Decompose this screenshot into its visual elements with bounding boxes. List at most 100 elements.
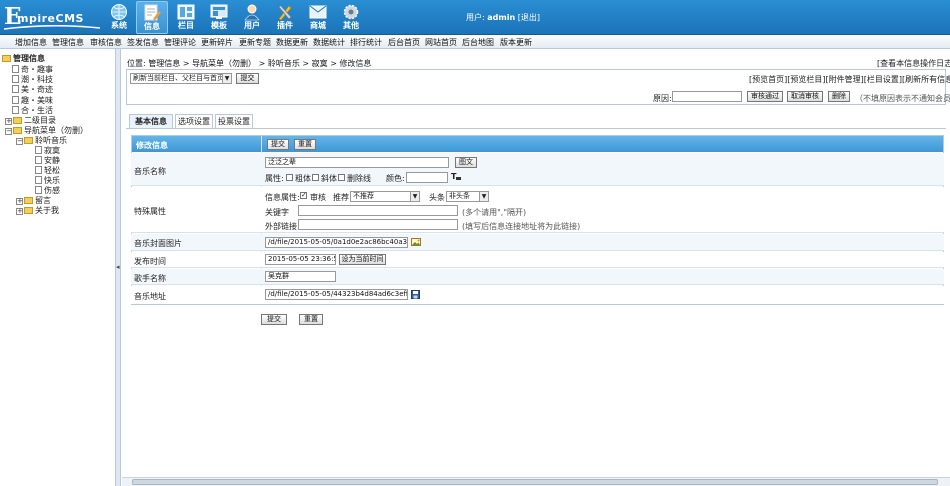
- refresh-submit-button[interactable]: 提交: [236, 73, 259, 84]
- music-name-input[interactable]: 泛泛之辈: [265, 157, 449, 168]
- color-input[interactable]: [406, 172, 448, 183]
- menu-manage-info[interactable]: 管理信息: [52, 37, 84, 48]
- refresh-js-link[interactable]: [刷新所有信息JS]: [902, 75, 950, 84]
- menu-admin-home[interactable]: 后台首页: [388, 37, 420, 48]
- italic-checkbox[interactable]: [312, 174, 319, 181]
- scrollbar-thumb[interactable]: [132, 479, 938, 485]
- tree-item[interactable]: 快乐: [35, 176, 60, 186]
- collapse-icon[interactable]: −: [16, 138, 23, 145]
- menu-data-update[interactable]: 数据更新: [276, 37, 308, 48]
- tree-item[interactable]: 美・奇迹: [12, 85, 53, 95]
- external-link-input[interactable]: [298, 219, 458, 230]
- nav-label: 系统: [111, 21, 127, 30]
- nav-shop[interactable]: 商城: [302, 1, 334, 34]
- bottom-submit-button[interactable]: 提交: [261, 314, 287, 325]
- reason-input[interactable]: [672, 91, 742, 102]
- image-text-button[interactable]: 图文: [455, 157, 477, 168]
- menu-review-info[interactable]: 审核信息: [90, 37, 122, 48]
- nav-info[interactable]: 信息: [136, 1, 168, 34]
- headline-select[interactable]: 非头条 ▼: [446, 191, 489, 202]
- menu-update-topics[interactable]: 更新专题: [239, 37, 271, 48]
- breadcrumb-link[interactable]: 导航菜单（勿删）: [192, 59, 256, 68]
- bold-checkbox[interactable]: [286, 174, 293, 181]
- expand-icon[interactable]: +: [16, 198, 23, 205]
- tree-item[interactable]: 伤感: [35, 186, 60, 196]
- nav-other[interactable]: 其他: [335, 1, 367, 34]
- nav-template[interactable]: 模板: [203, 1, 235, 34]
- menu-sign-info[interactable]: 签发信息: [127, 37, 159, 48]
- tree-item[interactable]: 潮・科技: [12, 75, 53, 85]
- approve-button[interactable]: 审核通过: [747, 91, 783, 102]
- breadcrumb-link[interactable]: 聆听音乐: [268, 59, 300, 68]
- menu-data-stats[interactable]: 数据统计: [313, 37, 345, 48]
- tree-folder[interactable]: − 导航菜单（勿删）: [5, 126, 88, 136]
- chevron-down-icon: ▼: [410, 192, 419, 201]
- image-select-icon[interactable]: [411, 237, 422, 247]
- preview-column-link[interactable]: [预览栏目]: [787, 75, 825, 84]
- column-settings-link[interactable]: [栏目设置]: [864, 75, 902, 84]
- cancel-review-button[interactable]: 取消审核: [787, 91, 823, 102]
- tree-folder[interactable]: + 二级目录: [5, 116, 56, 126]
- bottom-reset-button[interactable]: 重置: [299, 314, 323, 325]
- expand-icon[interactable]: +: [16, 208, 23, 215]
- menu-update-fragments[interactable]: 更新碎片: [201, 37, 233, 48]
- tab-vote[interactable]: 投票设置: [215, 114, 253, 128]
- reviewed-checkbox[interactable]: ✓: [300, 192, 307, 199]
- preview-home-link[interactable]: [预览首页]: [749, 75, 787, 84]
- tree-item[interactable]: 轻松: [35, 166, 60, 176]
- horizontal-scrollbar[interactable]: [122, 477, 950, 486]
- keywords-label: 关键字: [265, 208, 289, 217]
- view-log-link[interactable]: [查看本信息操作日志]: [877, 58, 950, 69]
- attachment-link[interactable]: [附件管理]: [826, 75, 864, 84]
- collapse-icon[interactable]: −: [5, 128, 12, 135]
- collapse-arrow-icon[interactable]: ◂: [116, 263, 120, 271]
- tree-item[interactable]: 奇・趣事: [12, 65, 53, 75]
- menu-admin-map[interactable]: 后台地图: [462, 37, 494, 48]
- user-name: admin: [487, 13, 516, 22]
- tab-basic-info[interactable]: 基本信息: [129, 114, 173, 128]
- nav-column[interactable]: 栏目: [170, 1, 202, 34]
- tab-options[interactable]: 选项设置: [175, 114, 213, 128]
- keywords-input[interactable]: [298, 205, 458, 216]
- nav-label: 插件: [277, 21, 293, 30]
- logout-link[interactable]: [退出]: [518, 13, 540, 22]
- panel-splitter[interactable]: ◂: [115, 49, 121, 486]
- cover-input[interactable]: /d/file/2015-05-05/0a1d0e2ac86bc40a3ad37: [265, 237, 408, 248]
- menu-manage-comments[interactable]: 管理评论: [164, 37, 196, 48]
- nav-plugin[interactable]: 插件: [269, 1, 301, 34]
- nav-user[interactable]: 用户: [236, 1, 268, 34]
- file-icon: [35, 186, 42, 194]
- tree-item[interactable]: 趣・美味: [12, 96, 53, 106]
- tree-root[interactable]: 管理信息: [2, 54, 45, 64]
- recommend-select[interactable]: 不推荐 ▼: [350, 191, 420, 202]
- expand-icon[interactable]: +: [5, 118, 12, 125]
- publish-time-input[interactable]: 2015-05-05 23:36:52: [265, 254, 336, 265]
- refresh-scope-select[interactable]: 刷新当前栏目、父栏目与首页 ▼: [130, 73, 232, 84]
- file-icon: [35, 146, 42, 154]
- menu-site-home[interactable]: 网站首页: [425, 37, 457, 48]
- tree-item[interactable]: 合・生活: [12, 106, 53, 116]
- breadcrumb-link[interactable]: 管理信息: [148, 59, 180, 68]
- set-current-time-button[interactable]: 设为当前时间: [339, 254, 386, 265]
- tree-folder[interactable]: + 留言: [16, 196, 51, 206]
- menu-version-update[interactable]: 版本更新: [500, 37, 532, 48]
- upload-disk-icon[interactable]: [411, 290, 420, 299]
- tree-folder[interactable]: + 关于我: [16, 206, 59, 216]
- breadcrumb-link[interactable]: 寂寞: [312, 59, 328, 68]
- music-url-input[interactable]: /d/file/2015-05-05/44323b4d84ad6c3effce7: [265, 289, 408, 300]
- tree-item[interactable]: 寂寞: [35, 146, 60, 156]
- cover-label: 音乐封面图片: [134, 239, 182, 248]
- delete-button[interactable]: 删除: [828, 91, 850, 102]
- strike-checkbox[interactable]: [338, 174, 345, 181]
- menu-add-info[interactable]: 增加信息: [15, 37, 47, 48]
- top-submit-button[interactable]: 提交: [267, 139, 289, 150]
- color-picker-icon[interactable]: T: [451, 171, 461, 181]
- singer-input[interactable]: 吴克群: [265, 271, 336, 282]
- tree-item[interactable]: 安静: [35, 156, 60, 166]
- top-reset-button[interactable]: 重置: [294, 139, 316, 150]
- tree-folder[interactable]: − 聆听音乐: [16, 136, 67, 146]
- nav-label: 用户: [244, 21, 260, 30]
- empirecms-logo[interactable]: E mpireCMS: [4, 3, 100, 30]
- nav-system[interactable]: 系统: [103, 1, 135, 34]
- menu-rank-stats[interactable]: 排行统计: [350, 37, 382, 48]
